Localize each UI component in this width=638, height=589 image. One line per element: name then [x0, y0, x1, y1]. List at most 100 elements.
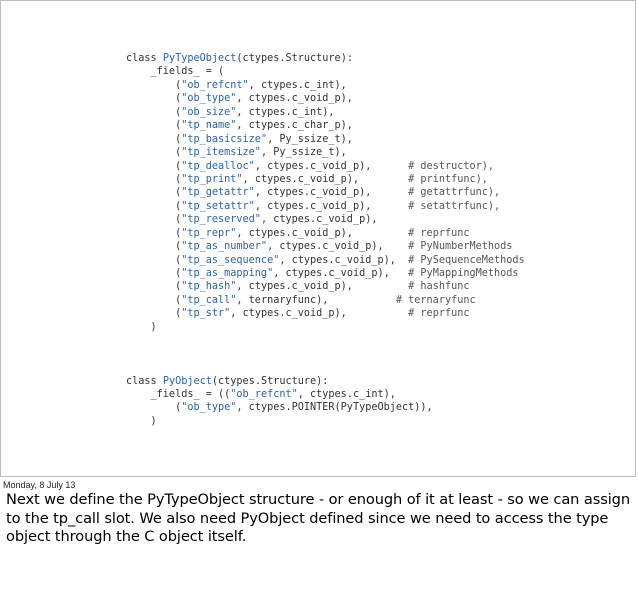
- code-token-str: "tp_reserved": [181, 214, 261, 226]
- code-token-plain: ): [126, 321, 157, 333]
- code-token-str: "tp_setattr": [181, 200, 255, 212]
- code-token-plain: , ctypes.c_void_p),: [254, 187, 409, 199]
- code-token-plain: , ctypes.c_void_p),: [236, 281, 409, 293]
- code-line: ("tp_dealloc", ctypes.c_void_p), # destr…: [126, 160, 525, 173]
- code-line: ("tp_as_mapping", ctypes.c_void_p), # Py…: [126, 267, 525, 280]
- code-token-plain: (: [126, 227, 182, 239]
- code-line: ): [126, 321, 525, 334]
- code-token-plain: (: [126, 200, 182, 212]
- code-token-cls: PyObject: [162, 375, 212, 387]
- code-token-plain: , Py_ssize_t),: [260, 147, 347, 159]
- code-token-str: "ob_size": [181, 106, 237, 118]
- speaker-notes: Next we define the PyTypeObject structur…: [6, 491, 630, 545]
- code-token-str: "tp_dealloc": [181, 160, 255, 172]
- code-token-str: "tp_hash": [181, 281, 237, 293]
- code-token-cmt: # setattrfunc),: [408, 200, 501, 212]
- code-token-plain: (: [126, 241, 182, 253]
- code-token-plain: (: [126, 281, 182, 293]
- code-token-str: "ob_refcnt": [181, 79, 249, 91]
- code-token-cmt: # printfunc),: [408, 173, 488, 185]
- code-token-cmt: # PyNumberMethods: [408, 241, 513, 253]
- code-token-plain: (: [126, 308, 182, 320]
- code-line: ("tp_repr", ctypes.c_void_p), # reprfunc: [126, 227, 525, 240]
- code-token-cmt: # reprfunc: [408, 308, 470, 320]
- code-line: ("tp_basicsize", Py_ssize_t),: [126, 133, 525, 146]
- code-token-plain: , ctypes.c_void_p),: [273, 268, 409, 279]
- code-token-plain: , ctypes.c_void_p),: [260, 214, 378, 226]
- code-token-str: "ob_type": [181, 93, 237, 105]
- code-token-plain: (: [126, 294, 182, 306]
- code-line: _fields_ = (: [126, 65, 525, 78]
- code-token-plain: , Py_ssize_t),: [267, 133, 353, 145]
- code-token-str: "tp_as_sequence": [181, 254, 280, 266]
- code-token-plain: (: [126, 254, 182, 266]
- code-token-plain: , ctypes.c_int),: [236, 106, 335, 118]
- code-token-str: "tp_basicsize": [181, 133, 268, 145]
- code-token-cmt: # getattrfunc),: [408, 187, 501, 199]
- code-token-str: "ob_type": [181, 402, 237, 414]
- code-token-plain: , ctypes.c_void_p),: [236, 93, 353, 105]
- code-token-plain: (: [126, 187, 182, 199]
- slide-frame: class PyTypeObject(ctypes.Structure): _f…: [0, 0, 636, 477]
- code-token-plain: (: [126, 133, 182, 145]
- code-token-plain: , ctypes.c_void_p),: [230, 308, 409, 320]
- code-token-cmt: # PySequenceMethods: [408, 254, 525, 266]
- code-line: class PyTypeObject(ctypes.Structure):: [126, 52, 525, 65]
- code-token-str: "tp_str": [181, 308, 231, 320]
- code-line: ("tp_setattr", ctypes.c_void_p), # setat…: [126, 200, 525, 213]
- code-token-plain: (ctypes.Structure):: [211, 375, 329, 387]
- code-token-plain: , ctypes.c_void_p),: [267, 241, 409, 253]
- code-token-plain: (: [126, 120, 182, 132]
- code-line: ("ob_size", ctypes.c_int),: [126, 106, 525, 119]
- code-line: ("tp_str", ctypes.c_void_p), # reprfunc: [126, 307, 525, 320]
- code-token-plain: (: [126, 268, 182, 279]
- code-line: ("ob_type", ctypes.POINTER(PyTypeObject)…: [126, 401, 525, 414]
- code-token-plain: _fields_ = ((: [126, 388, 231, 400]
- code-line: ("tp_call", ternaryfunc), # ternaryfunc: [126, 294, 525, 307]
- code-token-plain: ): [126, 415, 157, 427]
- code-line: ("tp_print", ctypes.c_void_p), # printfu…: [126, 173, 525, 186]
- code-token-cmt: # hashfunc: [408, 281, 470, 293]
- code-token-kw: class: [126, 53, 163, 64]
- code-token-plain: (: [126, 402, 182, 414]
- code-token-str: "tp_as_number": [181, 241, 268, 253]
- code-line: ("ob_type", ctypes.c_void_p),: [126, 92, 525, 105]
- code-token-plain: , ctypes.c_void_p),: [279, 254, 409, 266]
- code-token-plain: , ctypes.c_void_p),: [254, 200, 409, 212]
- code-token-plain: , ctypes.c_int),: [248, 79, 347, 91]
- code-token-str: "tp_call": [181, 294, 237, 306]
- code-line: ("tp_name", ctypes.c_char_p),: [126, 119, 525, 132]
- code-line: ("tp_itemsize", Py_ssize_t),: [126, 146, 525, 159]
- code-token-plain: (: [126, 147, 182, 159]
- code-line: ): [126, 415, 525, 428]
- code-token-plain: , ctypes.c_char_p),: [236, 120, 353, 132]
- code-token-plain: , ctypes.c_void_p),: [254, 160, 409, 172]
- code-line: ("tp_as_number", ctypes.c_void_p), # PyN…: [126, 240, 525, 253]
- code-line: ("tp_reserved", ctypes.c_void_p),: [126, 213, 525, 226]
- code-line: ("ob_refcnt", ctypes.c_int),: [126, 79, 525, 92]
- code-line: class PyObject(ctypes.Structure):: [126, 375, 525, 388]
- code-token-str: "tp_name": [181, 120, 237, 132]
- code-token-plain: (: [126, 106, 182, 118]
- code-token-plain: , ctypes.c_void_p),: [242, 173, 409, 185]
- code-block: class PyTypeObject(ctypes.Structure): _f…: [126, 52, 525, 428]
- code-token-cmt: # ternaryfunc: [395, 294, 476, 306]
- code-token-plain: (: [126, 214, 182, 226]
- code-token-str: "tp_print": [181, 173, 243, 185]
- code-token-plain: , ctypes.POINTER(PyTypeObject)),: [236, 402, 433, 414]
- code-token-str: "tp_as_mapping": [181, 268, 274, 279]
- code-token-cmt: # destructor),: [408, 160, 495, 172]
- code-token-cmt: # reprfunc: [408, 227, 470, 239]
- code-token-plain: (: [126, 79, 182, 91]
- slide-date: Monday, 8 July 13: [3, 480, 76, 490]
- code-token-str: "tp_itemsize": [181, 147, 261, 159]
- code-token-plain: , ctypes.c_void_p),: [236, 227, 409, 239]
- code-token-cls: PyTypeObject: [162, 53, 237, 64]
- code-token-str: "tp_repr": [181, 227, 237, 239]
- code-token-str: "ob_refcnt": [230, 388, 298, 400]
- code-line: ("tp_as_sequence", ctypes.c_void_p), # P…: [126, 254, 525, 267]
- code-token-kw: class: [126, 375, 163, 387]
